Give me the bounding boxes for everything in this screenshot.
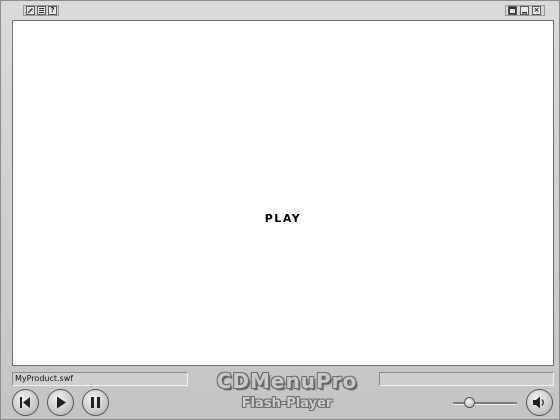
mute-button[interactable] bbox=[526, 389, 553, 416]
pause-icon bbox=[91, 397, 100, 408]
speaker-icon bbox=[533, 396, 544, 409]
flash-stage[interactable]: PLAY bbox=[12, 20, 554, 366]
brand-subtitle: Flash-Player bbox=[241, 396, 333, 411]
play-label[interactable]: PLAY bbox=[13, 212, 553, 225]
player-window: ? × PLAY MyProduct.swf CDMenuPro Flash-P… bbox=[0, 0, 560, 420]
window-icon[interactable] bbox=[508, 6, 517, 15]
play-button[interactable] bbox=[47, 389, 74, 416]
title-bar: ? × bbox=[1, 1, 559, 19]
list-icon[interactable] bbox=[37, 6, 46, 15]
pencil-icon[interactable] bbox=[26, 6, 35, 15]
brand-title: CDMenuPro bbox=[216, 369, 358, 393]
status-field bbox=[379, 372, 554, 386]
close-icon[interactable]: × bbox=[532, 6, 541, 15]
filename-field: MyProduct.swf bbox=[12, 372, 188, 386]
volume-track[interactable] bbox=[453, 402, 517, 405]
rewind-icon bbox=[20, 397, 30, 408]
help-icon[interactable]: ? bbox=[48, 6, 57, 15]
pause-button[interactable] bbox=[82, 389, 109, 416]
play-icon bbox=[57, 396, 66, 409]
volume-slider-handle[interactable] bbox=[463, 397, 475, 408]
minimize-icon[interactable] bbox=[520, 6, 529, 15]
rewind-button[interactable] bbox=[12, 389, 39, 416]
